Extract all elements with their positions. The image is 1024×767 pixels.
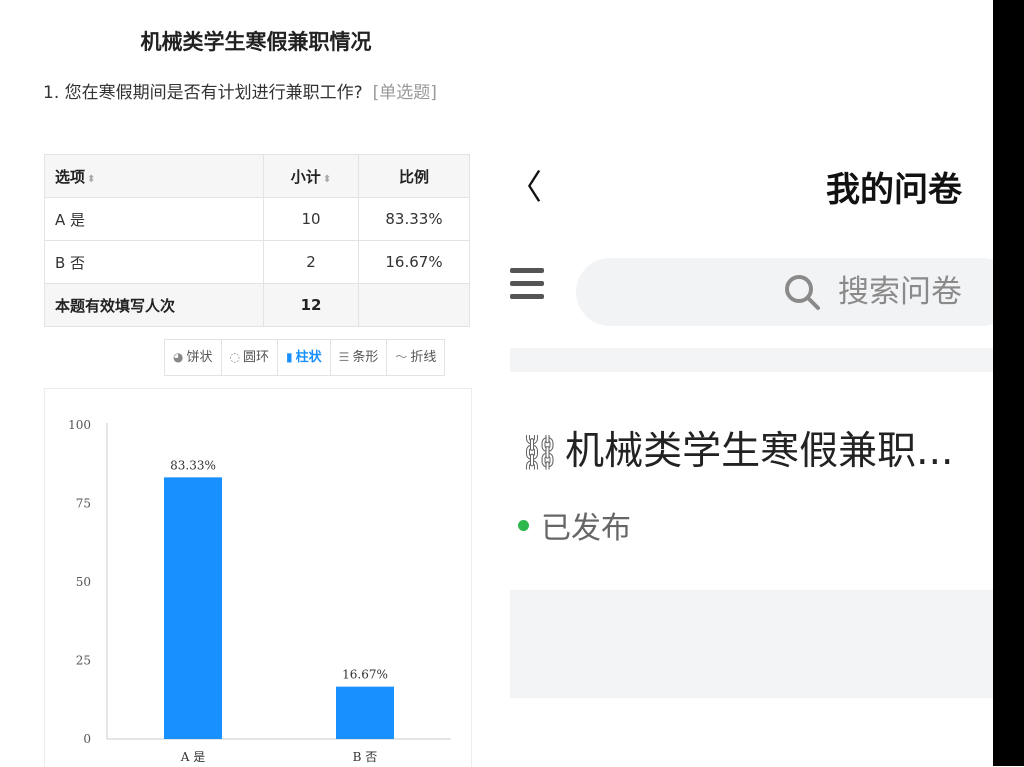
mobile-my-surveys: 〈 我的问卷 搜索问卷 ⛓ 机械类学生寒假兼职... 已发布 [510,0,993,766]
y-tick-label: 25 [76,654,91,668]
y-tick-label: 75 [76,497,91,511]
search-placeholder: 搜索问卷 [838,274,962,310]
status-dot-icon [518,519,529,531]
table-total-row: 本题有效填写人次 12 [44,283,470,327]
section-divider [510,590,993,698]
y-tick-label: 0 [83,732,91,746]
hbar-icon: ☰ [338,350,350,364]
tab-bar[interactable]: ▮ 柱状 [278,340,331,375]
divider [490,0,510,766]
question-label: 1. 您在寒假期间是否有计划进行兼职工作? [43,83,363,103]
bar [336,686,394,739]
y-tick-label: 50 [76,575,91,589]
question-text: 1. 您在寒假期间是否有计划进行兼职工作? [单选题] [43,80,468,106]
row-option: B 否 [44,240,264,284]
ring-icon: ◌ [229,350,240,364]
chart-container: 0 25 50 75 100 83.33% A 是 16.67% B 否 [44,388,472,767]
tab-ring[interactable]: ◌ 圆环 [222,340,278,375]
survey-report-panel: 机械类学生寒假兼职情况 1. 您在寒假期间是否有计划进行兼职工作? [单选题] 选… [0,0,490,767]
section-divider [510,348,993,372]
sort-icon[interactable]: ⬍ [87,174,95,185]
total-label: 本题有效填写人次 [44,283,264,327]
table-row: B 否 2 16.67% [44,240,470,284]
table-header-row: 选项 ⬍ 小计 ⬍ 比例 [44,154,470,198]
x-tick-label: A 是 [180,750,205,764]
bar-icon: ▮ [286,350,293,364]
bar-chart: 0 25 50 75 100 83.33% A 是 16.67% B 否 [68,418,451,764]
pie-icon: ◕ [173,350,184,364]
screen-edge [993,0,1024,766]
row-ratio: 16.67% [358,240,470,284]
header-count[interactable]: 小计 ⬍ [263,154,359,198]
bar [164,477,222,739]
chart-type-tabs: ◕ 饼状 ◌ 圆环 ▮ 柱状 ☰ 条形 〜折线 [164,339,446,376]
back-icon[interactable]: 〈 [510,160,542,209]
header-option[interactable]: 选项 ⬍ [44,154,264,198]
line-icon: 〜 [395,350,408,364]
row-count: 10 [263,197,359,241]
status-badge: 已发布 [518,503,631,547]
link-icon: ⛓ [518,433,562,473]
total-empty [358,283,470,327]
tab-hbar[interactable]: ☰ 条形 [331,340,388,375]
search-icon [785,275,820,310]
survey-item-title[interactable]: ⛓ 机械类学生寒假兼职... [518,420,953,476]
x-tick-label: B 否 [353,750,378,764]
sort-icon[interactable]: ⬍ [323,174,331,185]
y-tick-label: 100 [68,418,91,432]
row-ratio: 83.33% [358,197,470,241]
header-ratio: 比例 [358,154,470,198]
data-label: 16.67% [342,668,388,682]
table-row: A 是 10 83.33% [44,197,470,241]
tab-line[interactable]: 〜折线 [387,340,444,375]
search-bar[interactable]: 搜索问卷 [576,258,993,326]
row-option: A 是 [44,197,264,241]
report-title: 机械类学生寒假兼职情况 [140,30,372,54]
row-count: 2 [263,240,359,284]
tab-pie[interactable]: ◕ 饼状 [165,340,222,375]
question-type: [单选题] [372,83,437,103]
stats-table: 选项 ⬍ 小计 ⬍ 比例 A 是 10 83.33% B 否 2 16.67% 本题… [44,154,470,327]
total-count: 12 [263,283,359,327]
page-title: 我的问卷 [826,170,962,210]
data-label: 83.33% [170,458,216,472]
menu-icon[interactable] [510,268,546,307]
